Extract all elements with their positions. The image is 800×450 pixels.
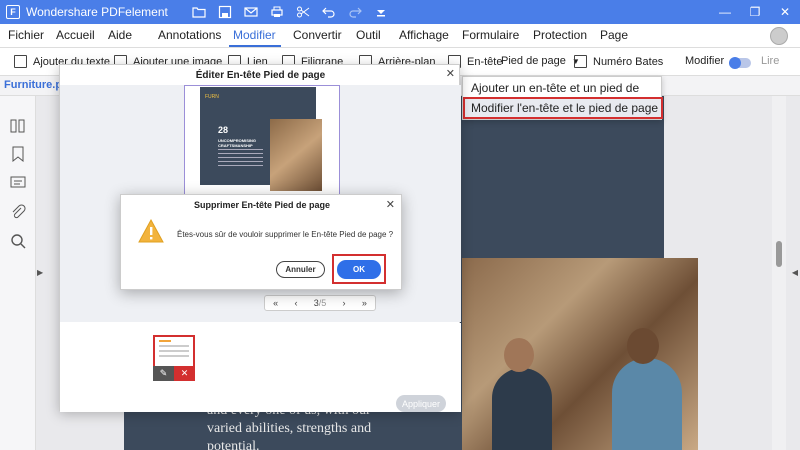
- dialog-title: Éditer En-tête Pied de page: [195, 70, 326, 81]
- sidebar-expand-icon[interactable]: ▶: [37, 268, 43, 277]
- bates-label: Numéro Bates: [593, 55, 664, 68]
- active-menu-underline: [229, 45, 281, 47]
- menu-fichier[interactable]: Fichier: [8, 28, 44, 42]
- quick-access-toolbar: [192, 5, 388, 19]
- first-page-button[interactable]: «: [273, 298, 278, 308]
- scissors-icon[interactable]: [296, 5, 310, 19]
- menu-bar: Fichier Accueil Aide Annotations Modifie…: [0, 24, 800, 48]
- prev-page-button[interactable]: ‹: [294, 298, 297, 308]
- close-button[interactable]: ✕: [770, 0, 800, 24]
- menu-aide[interactable]: Aide: [108, 28, 132, 42]
- delete-template-icon[interactable]: ✕: [174, 366, 195, 381]
- window-controls: — ❐ ✕: [710, 0, 800, 24]
- cancel-button[interactable]: Annuler: [276, 261, 325, 278]
- customize-dropdown-icon[interactable]: [374, 5, 388, 19]
- comment-icon[interactable]: [10, 175, 26, 191]
- menu-page[interactable]: Page: [600, 28, 628, 42]
- bates-number-icon: [574, 55, 587, 68]
- preview-body-lines: [218, 149, 263, 169]
- page-indicator: 3/5: [314, 298, 327, 308]
- apply-button[interactable]: Appliquer: [396, 395, 446, 412]
- attachment-icon[interactable]: [10, 204, 26, 220]
- close-icon[interactable]: ✕: [386, 198, 395, 211]
- maximize-button[interactable]: ❐: [740, 0, 770, 24]
- menu-annotations[interactable]: Annotations: [158, 28, 221, 42]
- confirm-title: Supprimer En-tête Pied de page: [193, 200, 331, 210]
- minimize-button[interactable]: —: [710, 0, 740, 24]
- pages-panel-icon[interactable]: [10, 118, 26, 134]
- header-footer-menu: Ajouter un en-tête et un pied de page Mo…: [462, 76, 663, 120]
- save-icon[interactable]: [218, 5, 232, 19]
- page-navigator: « ‹ 3/5 › »: [264, 295, 376, 311]
- warning-icon: [138, 219, 164, 243]
- menu-formulaire[interactable]: Formulaire: [462, 28, 519, 42]
- preview-heading: UNCOMPROMISING CRAFTSMANSHIP: [218, 138, 256, 148]
- confirm-message: Êtes-vous sûr de vouloir supprimer le En…: [177, 230, 394, 239]
- menu-accueil[interactable]: Accueil: [56, 28, 95, 42]
- preview-header-label: FURN: [205, 94, 219, 100]
- bookmark-icon[interactable]: [10, 146, 26, 162]
- menu-protection[interactable]: Protection: [533, 28, 587, 42]
- menu-convertir[interactable]: Convertir: [293, 28, 342, 42]
- preview-page-number: 28: [218, 125, 229, 135]
- header-dropdown-label: Pied de page: [501, 55, 566, 67]
- title-bar: F Wondershare PDFelement — ❐ ✕: [0, 0, 800, 24]
- close-icon[interactable]: ✕: [446, 67, 455, 80]
- bates-button[interactable]: Numéro Bates: [574, 55, 663, 68]
- next-page-button[interactable]: ›: [343, 298, 346, 308]
- print-icon[interactable]: [270, 5, 284, 19]
- edit-read-toggle[interactable]: [729, 57, 751, 69]
- delete-confirm-dialog: Supprimer En-tête Pied de page ✕ Êtes-vo…: [120, 194, 402, 290]
- menu-affichage[interactable]: Affichage: [399, 28, 449, 42]
- undo-icon[interactable]: [321, 5, 336, 19]
- mail-icon[interactable]: [244, 5, 258, 19]
- last-page-button[interactable]: »: [362, 298, 367, 308]
- vertical-scrollbar[interactable]: [772, 96, 786, 450]
- workshop-photo: [462, 258, 698, 450]
- template-actions: ✎ ✕: [153, 366, 195, 381]
- header-label: En-tête: [467, 55, 503, 68]
- total-pages: /5: [318, 298, 327, 308]
- scrollbar-thumb[interactable]: [776, 241, 782, 267]
- edit-template-pencil-icon[interactable]: ✎: [153, 366, 174, 381]
- app-logo-icon: F: [6, 5, 20, 19]
- redo-icon[interactable]: [348, 5, 362, 19]
- app-title: Wondershare PDFelement: [26, 5, 168, 19]
- ok-button[interactable]: OK: [337, 260, 381, 279]
- read-mode-label: Lire: [761, 55, 780, 67]
- menu-modifier[interactable]: Modifier: [233, 28, 276, 42]
- edit-mode-label: Modifier: [685, 55, 725, 67]
- edit-header-footer-item[interactable]: Modifier l'en-tête et le pied de page: [471, 101, 658, 115]
- user-avatar[interactable]: [770, 27, 788, 45]
- preview-photo: [270, 119, 322, 191]
- right-panel-expand-icon[interactable]: ◀: [792, 268, 798, 277]
- menu-outil[interactable]: Outil: [356, 28, 381, 42]
- text-box-icon: [14, 55, 27, 68]
- left-sidebar: [0, 96, 36, 450]
- search-icon[interactable]: [10, 233, 26, 249]
- folder-icon[interactable]: [192, 5, 206, 19]
- header-footer-dropdown[interactable]: Pied de page ▼: [501, 55, 580, 67]
